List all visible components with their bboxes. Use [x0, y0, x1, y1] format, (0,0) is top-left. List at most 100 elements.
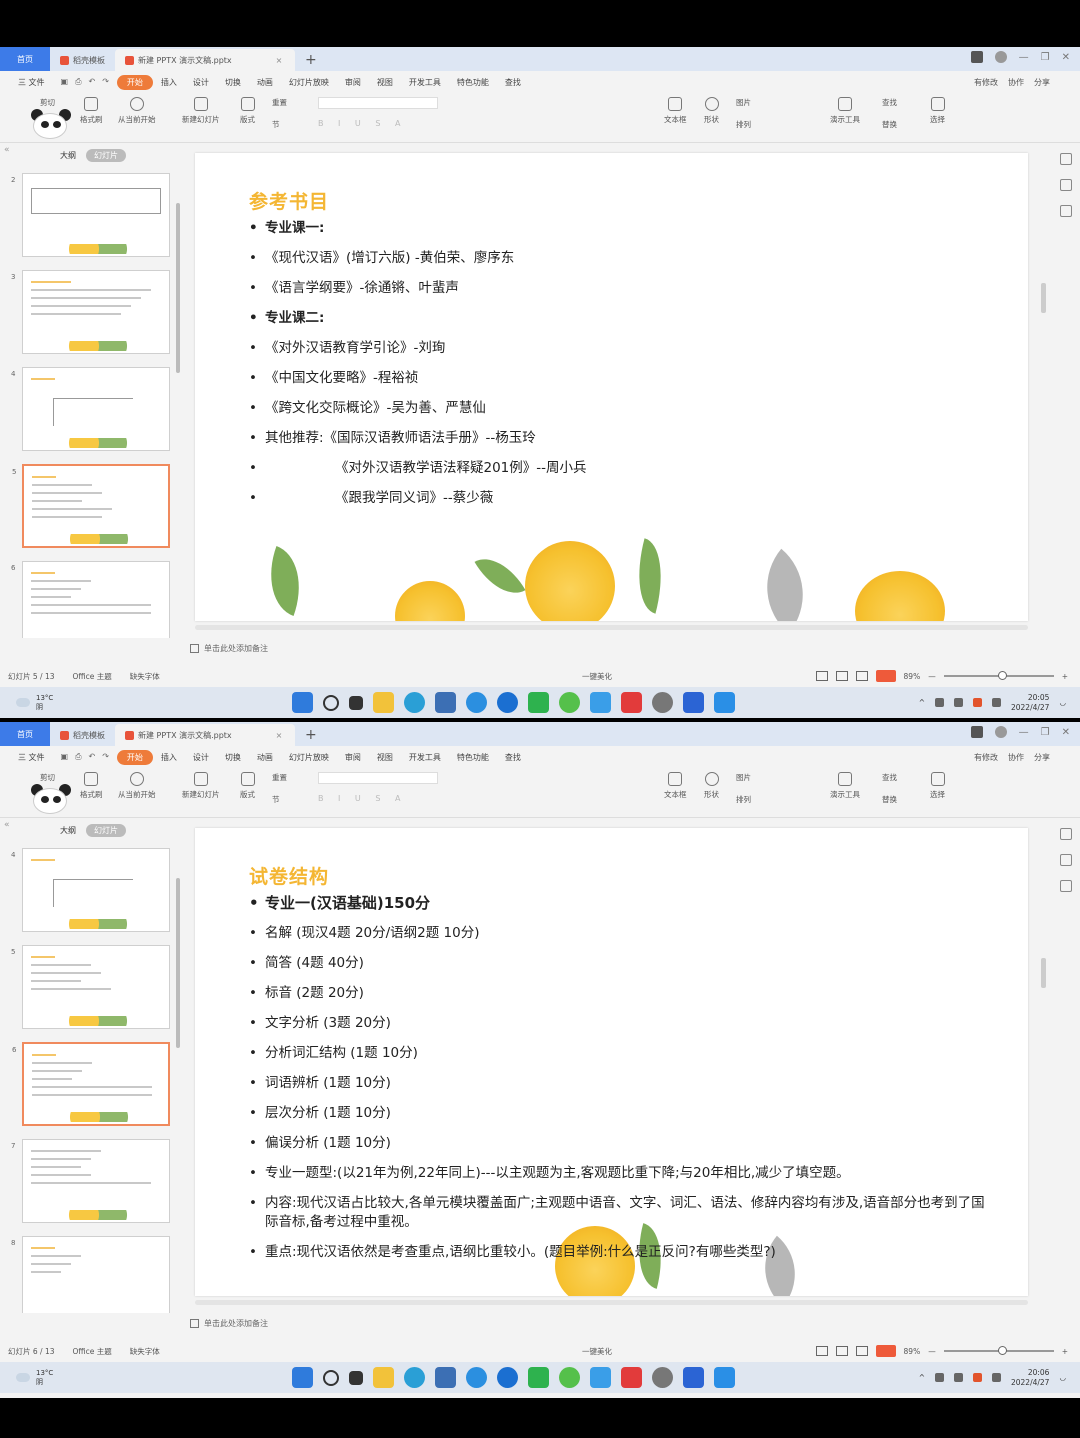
- wifi-icon[interactable]: [953, 698, 963, 707]
- slide-thumbnail[interactable]: 5: [11, 945, 170, 1029]
- collaborate-button[interactable]: 协作: [1008, 77, 1024, 88]
- paste-button[interactable]: 格式刷: [80, 772, 103, 800]
- replace-button[interactable]: 替换: [882, 119, 897, 130]
- netease-icon[interactable]: [621, 1367, 642, 1388]
- store-icon[interactable]: [435, 1367, 456, 1388]
- play-slideshow-button[interactable]: [875, 670, 896, 682]
- slide-thumbnail[interactable]: 4: [11, 367, 170, 451]
- new-tab-button[interactable]: +: [295, 724, 327, 746]
- slide-thumbnail-selected[interactable]: 6: [12, 1042, 170, 1126]
- normal-view-icon[interactable]: [815, 671, 828, 681]
- search-icon[interactable]: [323, 1369, 339, 1386]
- menu-view[interactable]: 视图: [369, 752, 401, 763]
- reading-view-icon[interactable]: [855, 1346, 868, 1356]
- menu-search[interactable]: 查找: [497, 752, 529, 763]
- menu-view[interactable]: 视图: [369, 77, 401, 88]
- property-icon[interactable]: [1060, 828, 1072, 840]
- reset-button[interactable]: 重置: [272, 97, 287, 108]
- slide-thumbnail-selected[interactable]: 5: [12, 464, 170, 548]
- restore-icon[interactable]: ❐: [1041, 727, 1050, 738]
- replace-button[interactable]: 替换: [882, 794, 897, 805]
- explorer-icon[interactable]: [373, 692, 394, 713]
- beautify-button[interactable]: 一键美化: [582, 671, 612, 682]
- missing-font[interactable]: 缺失字体: [130, 1346, 160, 1357]
- notes-placeholder[interactable]: 单击此处添加备注: [190, 1318, 268, 1329]
- mail-icon[interactable]: [590, 692, 611, 713]
- slide-canvas[interactable]: 参考书目 专业课一: 《现代汉语》(增订六版) -黄伯荣、廖序东《语言学纲要》-徐…: [195, 153, 1028, 621]
- chat-icon[interactable]: [528, 1367, 549, 1388]
- menu-home[interactable]: 开始: [116, 749, 153, 765]
- mic-icon[interactable]: [934, 1373, 944, 1382]
- select-button[interactable]: 选择: [930, 97, 945, 125]
- section-button[interactable]: 节: [272, 119, 280, 130]
- copy-icon[interactable]: [1060, 205, 1072, 217]
- weather-widget[interactable]: 13°C 阴: [16, 1369, 53, 1387]
- restore-icon[interactable]: ❐: [1041, 52, 1050, 63]
- notification-icon[interactable]: ◡: [1059, 1373, 1066, 1382]
- start-icon[interactable]: [292, 1367, 313, 1388]
- slides-tab[interactable]: 幻灯片: [86, 149, 126, 162]
- close-icon[interactable]: ×: [276, 731, 283, 740]
- textbox-button[interactable]: 文本框: [664, 97, 687, 125]
- theme-name[interactable]: Office 主题: [73, 1346, 112, 1357]
- photos-icon[interactable]: [714, 1367, 735, 1388]
- share-button[interactable]: 分享: [1034, 77, 1050, 88]
- wps-icon[interactable]: [683, 692, 704, 713]
- property-icon[interactable]: [1060, 153, 1072, 165]
- menu-file[interactable]: 三 文件: [10, 77, 53, 88]
- slide-thumbnail[interactable]: 3: [11, 270, 170, 354]
- redo-icon[interactable]: ↷: [102, 752, 109, 762]
- task-view-icon[interactable]: [349, 695, 363, 710]
- slide-thumbnail[interactable]: 7: [11, 1139, 170, 1223]
- menu-file[interactable]: 三 文件: [10, 752, 53, 763]
- layout-button[interactable]: 版式: [240, 772, 255, 800]
- reading-view-icon[interactable]: [855, 671, 868, 681]
- menu-insert[interactable]: 插入: [153, 752, 185, 763]
- print-icon[interactable]: ⎙: [75, 752, 81, 762]
- wifi-icon[interactable]: [953, 1373, 963, 1382]
- menu-transition[interactable]: 切换: [217, 77, 249, 88]
- minimize-icon[interactable]: —: [1019, 52, 1029, 63]
- menu-review[interactable]: 审阅: [337, 77, 369, 88]
- new-slide-button[interactable]: 新建幻灯片: [182, 772, 220, 800]
- layout-icon[interactable]: [970, 726, 983, 738]
- print-icon[interactable]: ⎙: [75, 77, 81, 87]
- beautify-button[interactable]: 一键美化: [582, 1346, 612, 1357]
- menu-developer[interactable]: 开发工具: [401, 752, 449, 763]
- from-current-button[interactable]: 从当前开始: [118, 772, 156, 800]
- missing-font[interactable]: 缺失字体: [130, 671, 160, 682]
- layout-button[interactable]: 版式: [240, 97, 255, 125]
- share-button[interactable]: 分享: [1034, 752, 1050, 763]
- menu-search[interactable]: 查找: [497, 77, 529, 88]
- slide-scrollbar[interactable]: [1041, 283, 1046, 313]
- menu-animation[interactable]: 动画: [249, 77, 281, 88]
- redo-icon[interactable]: ↷: [102, 77, 109, 87]
- zoom-out-icon[interactable]: —: [928, 672, 936, 681]
- sorter-view-icon[interactable]: [835, 671, 848, 681]
- textbox-button[interactable]: 文本框: [664, 772, 687, 800]
- clock[interactable]: 20:05 2022/4/27: [1011, 693, 1049, 713]
- modified-button[interactable]: 有修改: [974, 752, 998, 763]
- close-window-icon[interactable]: ✕: [1062, 727, 1070, 738]
- tab-template[interactable]: 稻壳模板: [50, 49, 115, 71]
- avatar[interactable]: [994, 726, 1007, 738]
- tab-home[interactable]: 首页: [0, 47, 50, 71]
- notes-placeholder[interactable]: 单击此处添加备注: [190, 643, 268, 654]
- store-icon[interactable]: [435, 692, 456, 713]
- browser-icon[interactable]: [466, 1367, 487, 1388]
- menu-design[interactable]: 设计: [185, 77, 217, 88]
- chevron-up-icon[interactable]: ^: [919, 698, 925, 707]
- menu-slideshow[interactable]: 幻灯片放映: [281, 752, 337, 763]
- select-button[interactable]: 选择: [930, 772, 945, 800]
- menu-slideshow[interactable]: 幻灯片放映: [281, 77, 337, 88]
- modified-button[interactable]: 有修改: [974, 77, 998, 88]
- arrange-button[interactable]: 排列: [736, 119, 751, 130]
- app-icon[interactable]: [497, 1367, 518, 1388]
- mail-icon[interactable]: [590, 1367, 611, 1388]
- section-button[interactable]: 节: [272, 794, 280, 805]
- search-icon[interactable]: [323, 694, 339, 711]
- picture-button[interactable]: 图片: [736, 772, 751, 783]
- collaborate-button[interactable]: 协作: [1008, 752, 1024, 763]
- netease-icon[interactable]: [621, 692, 642, 713]
- horizontal-scrollbar[interactable]: [195, 1300, 1028, 1305]
